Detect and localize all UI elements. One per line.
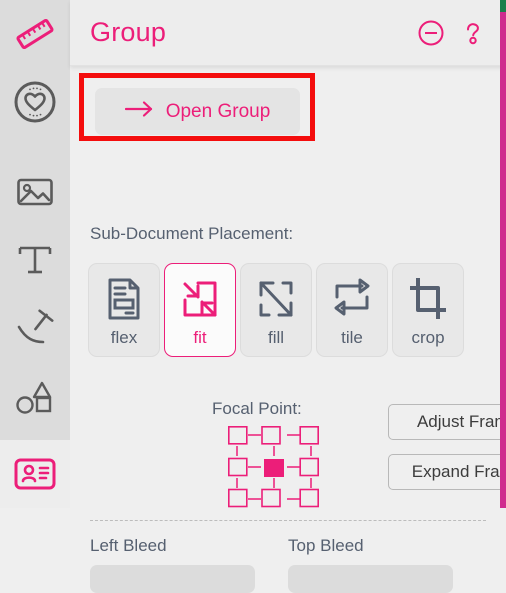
open-group-button[interactable]: Open Group <box>95 88 300 135</box>
sidebar-item-card[interactable] <box>0 448 70 504</box>
placement-label-tile: tile <box>341 328 363 347</box>
top-bleed-label: Top Bleed <box>288 536 364 555</box>
sidebar-item-measure[interactable] <box>0 0 70 68</box>
top-bleed-group: Top Bleed <box>288 536 486 593</box>
open-group-label: Open Group <box>165 100 271 122</box>
sidebar-item-image[interactable] <box>0 158 70 226</box>
window-edge-strip <box>500 0 506 508</box>
shapes-icon <box>12 373 58 419</box>
sub-document-placement-label: Sub-Document Placement: <box>90 224 294 243</box>
id-card-icon <box>13 456 57 497</box>
text-icon <box>12 237 58 283</box>
app-root: Group Open Group Sub-Document Placement:… <box>0 0 506 593</box>
edge-strip-top <box>500 0 506 12</box>
sidebar-item-pen[interactable] <box>0 294 70 362</box>
tool-group-separator <box>0 136 70 158</box>
focal-point-grid[interactable] <box>228 426 320 508</box>
placement-option-fill[interactable]: fill <box>240 263 312 357</box>
focal-point-label: Focal Point: <box>212 399 302 418</box>
tool-sidebar <box>0 0 70 508</box>
question-mark-icon[interactable] <box>458 18 488 48</box>
placement-label-fit: fit <box>193 328 207 347</box>
adjust-frame-button[interactable]: Adjust Frame <box>388 404 506 440</box>
ruler-icon <box>12 11 58 57</box>
placement-options: flex fit fill tile crop <box>88 263 464 357</box>
left-bleed-input[interactable] <box>90 565 255 593</box>
arrows-out-square-icon <box>253 274 299 324</box>
arrows-in-square-icon <box>177 274 223 324</box>
pen-curve-icon <box>12 305 58 351</box>
sidebar-item-shapes[interactable] <box>0 362 70 430</box>
document-lines-icon <box>102 274 146 324</box>
page-title: Group <box>90 17 167 47</box>
left-bleed-label: Left Bleed <box>90 536 167 555</box>
top-bleed-input[interactable] <box>288 565 453 593</box>
left-bleed-group: Left Bleed <box>90 536 288 593</box>
placement-option-crop[interactable]: crop <box>392 263 464 357</box>
heart-badge-icon <box>12 79 58 125</box>
arrow-right-icon <box>124 100 155 124</box>
crop-icon <box>405 274 451 324</box>
group-panel: Group Open Group Sub-Document Placement:… <box>70 0 506 593</box>
placement-option-tile[interactable]: tile <box>316 263 388 357</box>
expand-frame-button[interactable]: Expand Frame <box>388 454 506 490</box>
frame-actions: Adjust Frame Expand Frame <box>388 404 506 490</box>
repeat-arrows-icon <box>329 274 375 324</box>
bleed-section: Left Bleed Top Bleed <box>90 536 486 593</box>
placement-option-fit[interactable]: fit <box>164 263 236 357</box>
placement-option-flex[interactable]: flex <box>88 263 160 357</box>
sidebar-item-text[interactable] <box>0 226 70 294</box>
open-group-wrapper: Open Group <box>95 88 300 135</box>
panel-header: Group <box>70 0 506 66</box>
image-icon <box>12 169 58 215</box>
section-divider <box>90 520 486 521</box>
minus-circle-icon[interactable] <box>416 18 446 48</box>
placement-label-fill: fill <box>267 328 285 347</box>
placement-label-crop: crop <box>411 328 445 347</box>
placement-label-flex: flex <box>110 328 138 347</box>
header-icons <box>416 18 488 48</box>
sidebar-item-favorites[interactable] <box>0 68 70 136</box>
tool-list <box>0 0 70 430</box>
edge-strip-bottom <box>500 12 506 508</box>
